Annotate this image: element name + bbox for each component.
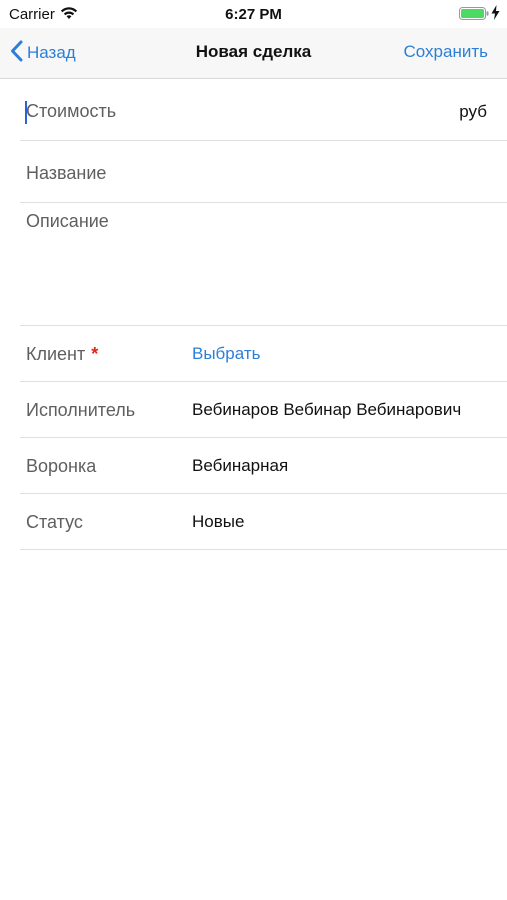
battery-icon: [459, 7, 489, 25]
required-marker: *: [91, 344, 99, 364]
client-row[interactable]: Клиент * Выбрать: [20, 326, 507, 382]
deal-form: Стоимость руб Название Описание Клиент * …: [0, 79, 507, 550]
funnel-label: Воронка: [26, 456, 97, 476]
cost-field[interactable]: Стоимость руб: [20, 79, 507, 141]
description-field[interactable]: Описание: [20, 203, 507, 326]
name-placeholder: Название: [26, 163, 107, 183]
funnel-value: Вебинарная: [192, 456, 289, 475]
cost-placeholder: Стоимость: [26, 101, 117, 121]
description-placeholder: Описание: [26, 211, 109, 231]
currency-unit: руб: [459, 102, 487, 121]
executor-label: Исполнитель: [26, 400, 136, 420]
status-label: Статус: [26, 512, 83, 532]
clock: 6:27 PM: [225, 6, 282, 23]
funnel-row[interactable]: Воронка Вебинарная: [20, 438, 507, 494]
status-value: Новые: [192, 512, 245, 531]
executor-value: Вебинаров Вебинар Вебинарович: [192, 400, 462, 419]
navigation-bar: Назад Новая сделка Сохранить: [0, 28, 507, 79]
executor-row[interactable]: Исполнитель Вебинаров Вебинар Вебинарови…: [20, 382, 507, 438]
status-bar: Carrier 6:27 PM: [0, 0, 507, 28]
status-row[interactable]: Статус Новые: [20, 494, 507, 550]
charging-bolt-icon: [491, 5, 500, 25]
client-select-link[interactable]: Выбрать: [192, 344, 260, 364]
name-field[interactable]: Название: [20, 141, 507, 203]
save-button[interactable]: Сохранить: [404, 42, 488, 62]
client-label: Клиент *: [26, 344, 99, 364]
